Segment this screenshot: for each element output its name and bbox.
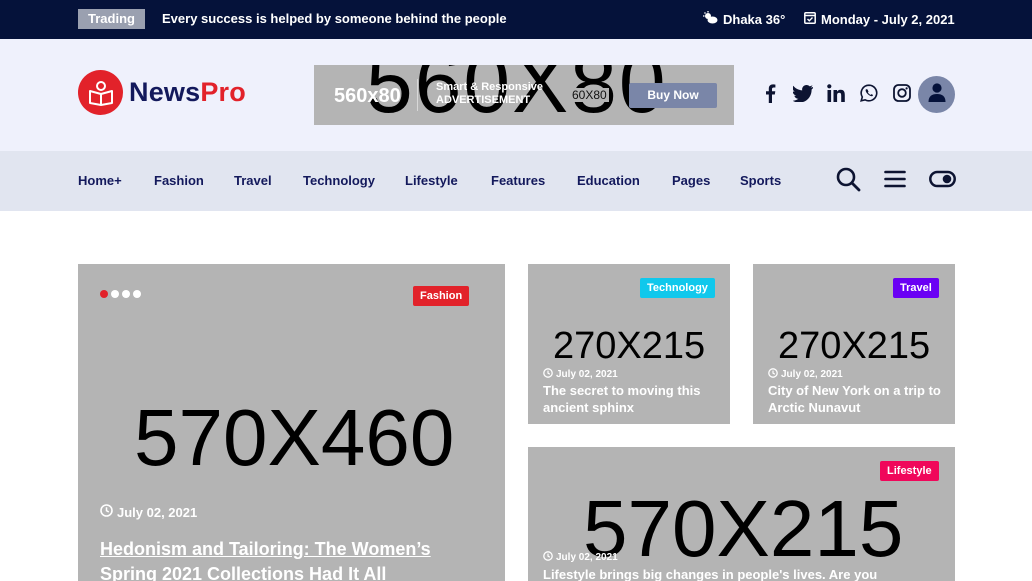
post-date: July 02, 2021: [100, 504, 197, 520]
nav-item-sports[interactable]: Sports: [740, 173, 781, 188]
calendar-icon: [804, 11, 816, 27]
category-badge[interactable]: Travel: [893, 278, 939, 298]
category-badge[interactable]: Technology: [640, 278, 715, 298]
top-bar: Trading Every success is helped by someo…: [0, 0, 1032, 39]
whatsapp-icon[interactable]: [859, 83, 879, 103]
facebook-icon[interactable]: [760, 83, 780, 103]
twitter-icon[interactable]: [793, 83, 813, 103]
nav-item-technology[interactable]: Technology: [303, 173, 375, 188]
post-title[interactable]: Lifestyle brings big changes in people's…: [543, 566, 943, 581]
weather-text: Dhaka 36°: [723, 11, 786, 27]
nav-item-pages[interactable]: Pages: [672, 173, 710, 188]
site-logo[interactable]: NewsPro: [78, 70, 246, 115]
clock-icon: [768, 368, 778, 381]
ad-small-size: 60X80: [570, 88, 609, 102]
category-badge[interactable]: Lifestyle: [880, 461, 939, 481]
post-card-travel[interactable]: 270X215 Travel July 02, 2021 City of New…: [753, 264, 955, 424]
nav-item-travel[interactable]: Travel: [234, 173, 272, 188]
book-reader-icon: [78, 70, 123, 115]
weather-widget: Dhaka 36°: [703, 11, 785, 27]
header-advertisement[interactable]: 560X80 560x80 Smart & Responsive ADVERTI…: [314, 65, 734, 125]
logo-wordmark: NewsPro: [129, 77, 246, 107]
linkedin-icon[interactable]: [826, 83, 846, 103]
ad-tagline: Smart & Responsive: [436, 81, 543, 93]
feature-card-main[interactable]: 570X460 Fashion July 02, 2021 Hedonism a…: [78, 264, 505, 581]
slider-dots: [100, 290, 141, 298]
instagram-icon[interactable]: [892, 83, 912, 103]
nav-item-education[interactable]: Education: [577, 173, 640, 188]
post-title[interactable]: City of New York on a trip to Arctic Nun…: [768, 382, 948, 416]
buy-now-button[interactable]: Buy Now: [629, 83, 717, 108]
date-widget: Monday - July 2, 2021: [804, 11, 955, 27]
nav-item-lifestyle[interactable]: Lifestyle: [405, 173, 458, 188]
menu-icon[interactable]: [884, 170, 906, 188]
clock-icon: [543, 551, 553, 564]
post-title[interactable]: The secret to moving this ancient sphinx: [543, 382, 723, 416]
category-badge[interactable]: Fashion: [413, 286, 470, 306]
dark-mode-toggle-icon[interactable]: [929, 170, 956, 188]
user-icon: [928, 82, 946, 107]
post-date: July 02, 2021: [543, 551, 618, 564]
post-title[interactable]: Hedonism and Tailoring: The Women’s Spri…: [100, 537, 480, 581]
date-text: Monday - July 2, 2021: [821, 11, 955, 27]
image-placeholder: 570X215: [583, 484, 904, 573]
post-date: July 02, 2021: [543, 368, 618, 381]
ad-divider: [417, 79, 418, 111]
clock-icon: [100, 504, 113, 520]
ad-tagline-sub: ADVERTISEMENT: [436, 94, 531, 106]
post-card-technology[interactable]: 270X215 Technology July 02, 2021 The sec…: [528, 264, 730, 424]
main-nav: Home+ Fashion Travel Technology Lifestyl…: [0, 151, 1032, 211]
trading-label[interactable]: Trading: [78, 9, 145, 29]
nav-item-features[interactable]: Features: [491, 173, 545, 188]
user-account-button[interactable]: [918, 76, 955, 113]
post-card-lifestyle[interactable]: 570X215 Lifestyle July 02, 2021 Lifestyl…: [528, 447, 955, 581]
image-placeholder: 570X460: [134, 393, 455, 482]
ticker-headline[interactable]: Every success is helped by someone behin…: [162, 11, 507, 26]
search-icon[interactable]: [836, 167, 861, 192]
social-links: [760, 83, 912, 103]
ad-size-label: 560x80: [334, 85, 401, 107]
image-placeholder: 270X215: [553, 325, 706, 367]
slider-dot[interactable]: [100, 290, 108, 298]
slider-dot[interactable]: [122, 290, 130, 298]
post-date: July 02, 2021: [768, 368, 843, 381]
nav-item-home[interactable]: Home+: [78, 173, 122, 188]
slider-dot[interactable]: [133, 290, 141, 298]
clock-icon: [543, 368, 553, 381]
slider-dot[interactable]: [111, 290, 119, 298]
nav-item-fashion[interactable]: Fashion: [154, 173, 204, 188]
cloud-sun-icon: [703, 11, 718, 27]
image-placeholder: 270X215: [778, 325, 931, 367]
site-header: NewsPro 560X80 560x80 Smart & Responsive…: [0, 39, 1032, 151]
